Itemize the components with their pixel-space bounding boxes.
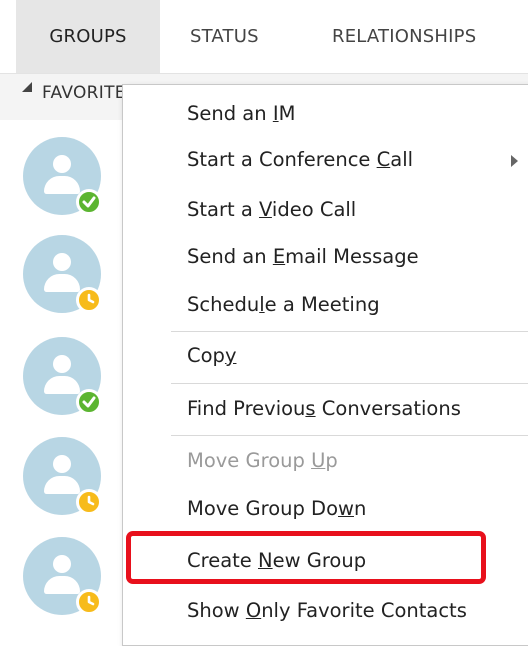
menu-item-mnemonic: w xyxy=(338,497,354,520)
collapse-triangle-icon[interactable] xyxy=(22,82,32,92)
menu-item-start-video-call[interactable]: Start a Video Call xyxy=(187,198,356,221)
menu-item-copy[interactable]: Copy xyxy=(187,344,236,367)
presence-check-icon xyxy=(76,189,102,215)
menu-item-text: Conversations xyxy=(315,397,461,420)
menu-item-text: nly Favorite Contacts xyxy=(261,599,467,622)
menu-item-schedule-meeting[interactable]: Schedule a Meeting xyxy=(187,293,380,316)
menu-item-send-email-message[interactable]: Send an Email Message xyxy=(187,245,419,268)
menu-item-text: Send an xyxy=(187,245,273,268)
tab-relationships[interactable]: RELATIONSHIPS xyxy=(332,0,476,73)
menu-item-text: n xyxy=(353,497,367,520)
contact-avatar[interactable] xyxy=(23,137,102,215)
menu-separator xyxy=(171,435,528,436)
person-icon-body xyxy=(44,576,80,594)
menu-item-move-group-down[interactable]: Move Group Down xyxy=(187,497,366,520)
menu-item-show-only-favorite-contacts[interactable]: Show Only Favorite Contacts xyxy=(187,599,467,622)
menu-item-text: Cop xyxy=(187,344,225,367)
presence-clock-icon xyxy=(76,489,102,515)
menu-separator xyxy=(171,383,528,384)
menu-item-text: Find Previou xyxy=(187,397,306,420)
menu-item-text: Send an xyxy=(187,102,273,125)
menu-item-text: Start a Conference xyxy=(187,148,377,171)
tab-groups[interactable]: GROUPS xyxy=(16,0,160,73)
person-icon-body xyxy=(44,176,80,194)
contact-avatar[interactable] xyxy=(23,537,102,615)
highlight-box xyxy=(126,531,486,584)
person-icon xyxy=(53,355,71,373)
menu-item-mnemonic: O xyxy=(245,599,262,622)
menu-item-text: Move Group xyxy=(187,449,312,472)
menu-item-text: all xyxy=(390,148,414,171)
person-icon-body xyxy=(44,274,80,292)
tab-status[interactable]: STATUS xyxy=(190,0,259,73)
submenu-arrow-icon xyxy=(511,155,518,167)
contact-avatar[interactable] xyxy=(23,337,102,415)
presence-check-icon xyxy=(76,389,102,415)
menu-item-text: Start a xyxy=(187,198,259,221)
presence-clock-icon xyxy=(76,589,102,615)
tab-bar: GROUPS STATUS RELATIONSHIPS xyxy=(0,0,528,74)
menu-item-mnemonic: s xyxy=(305,397,316,420)
person-icon xyxy=(53,155,71,173)
menu-item-mnemonic: V xyxy=(258,198,272,221)
person-icon-body xyxy=(44,376,80,394)
menu-item-text: Show xyxy=(187,599,246,622)
menu-item-text: Schedu xyxy=(187,293,260,316)
menu-item-mnemonic: E xyxy=(272,245,286,268)
menu-item-text: ideo Call xyxy=(271,198,357,221)
person-icon-body xyxy=(44,476,80,494)
menu-item-mnemonic: C xyxy=(376,148,391,171)
menu-item-mnemonic: y xyxy=(224,344,237,367)
menu-item-find-previous-conversations[interactable]: Find Previous Conversations xyxy=(187,397,461,420)
person-icon xyxy=(53,253,71,271)
menu-item-mnemonic: U xyxy=(311,449,326,472)
contact-avatar[interactable] xyxy=(23,437,102,515)
menu-item-text: p xyxy=(325,449,338,472)
person-icon xyxy=(53,555,71,573)
menu-item-text: e a Meeting xyxy=(264,293,380,316)
menu-item-text: Move Group Do xyxy=(187,497,339,520)
person-icon xyxy=(53,455,71,473)
menu-item-start-conference-call[interactable]: Start a Conference Call xyxy=(187,148,413,171)
contact-avatar[interactable] xyxy=(23,235,102,313)
menu-separator xyxy=(171,331,528,332)
menu-item-move-group-up: Move Group Up xyxy=(187,449,338,472)
menu-item-text: mail Message xyxy=(285,245,419,268)
presence-clock-icon xyxy=(76,287,102,313)
menu-item-text: M xyxy=(278,102,296,125)
menu-item-send-im[interactable]: Send an IM xyxy=(187,102,295,125)
